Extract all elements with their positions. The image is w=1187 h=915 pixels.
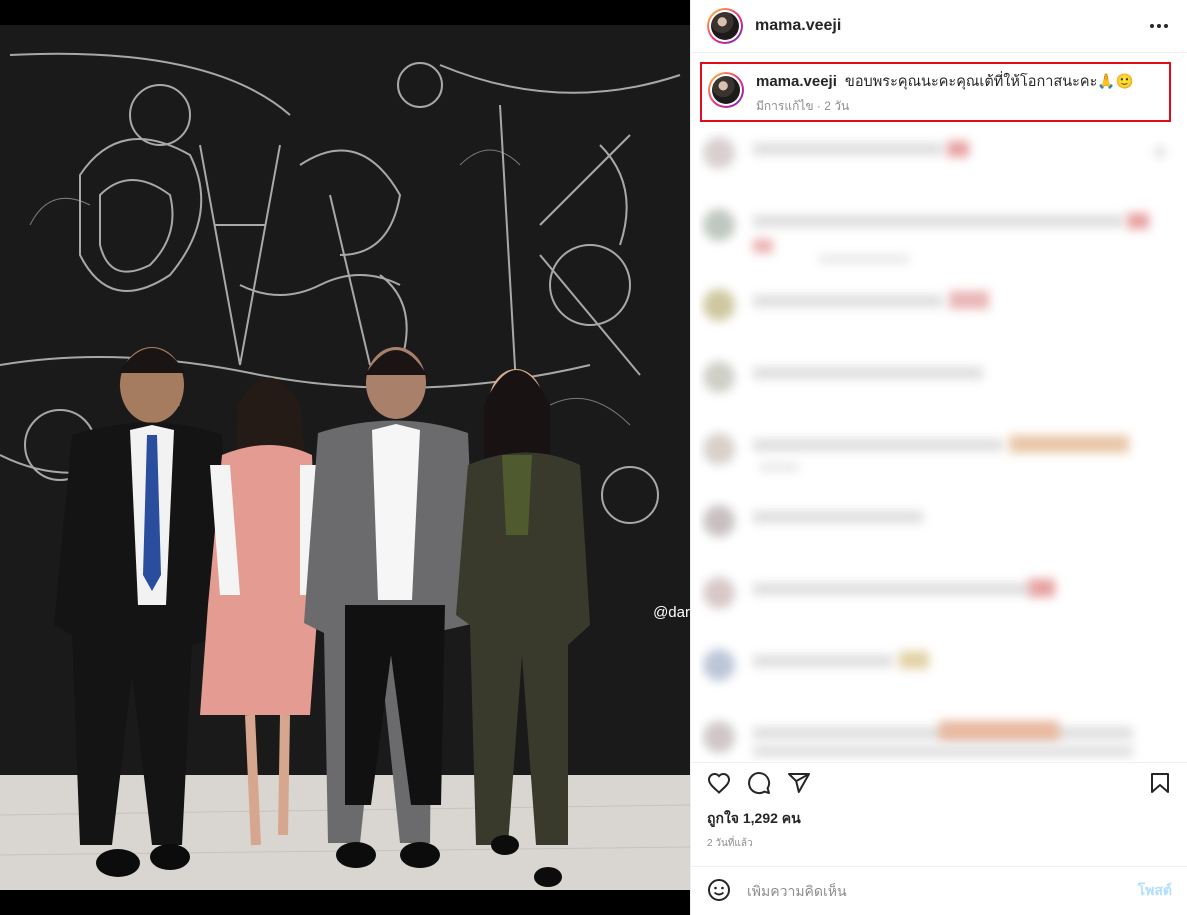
post-comment-button[interactable]: โพสต์	[1138, 880, 1172, 902]
caption-username[interactable]: mama.veeji	[756, 73, 837, 90]
like-count[interactable]: ถูกใจ 1,292 คน	[707, 808, 801, 830]
post-timestamp[interactable]: 2 วันที่แล้ว	[707, 836, 753, 851]
list-item	[699, 419, 1185, 491]
list-item	[699, 707, 1185, 761]
post-photo[interactable]: @dar	[0, 25, 690, 890]
post-caption-highlighted: mama.veeji ขอบพระคุณนะคะคุณเต้ที่ให้โอกา…	[700, 62, 1171, 122]
heart-icon[interactable]	[707, 771, 731, 795]
action-bar	[691, 762, 1187, 802]
caption-body: mama.veeji ขอบพระคุณนะคะคุณเต้ที่ให้โอกา…	[756, 72, 1134, 120]
caption-meta: มีการแก้ไข · 2 วัน	[756, 99, 850, 113]
caption-line: mama.veeji ขอบพระคุณนะคะคุณเต้ที่ให้โอกา…	[756, 72, 1134, 92]
bookmark-icon[interactable]	[1148, 771, 1172, 795]
list-item	[699, 491, 1185, 563]
comment-input[interactable]	[747, 883, 1138, 899]
share-icon[interactable]	[787, 771, 811, 795]
author-avatar[interactable]	[707, 8, 743, 44]
comment-composer: โพสต์	[691, 866, 1187, 915]
author-username[interactable]: mama.veeji	[755, 17, 841, 35]
list-item	[699, 275, 1185, 347]
list-item	[699, 635, 1185, 707]
emoji-icon[interactable]	[707, 878, 733, 904]
group-photo-illustration	[0, 25, 690, 890]
more-options-icon[interactable]	[1147, 14, 1171, 38]
comments-list-blurred	[699, 131, 1185, 761]
list-item	[699, 347, 1185, 419]
instagram-post-view: @dar mama.veeji mama.veeji ขอบพระคุณนะคะ…	[0, 0, 1187, 915]
list-item	[699, 203, 1185, 275]
photo-watermark: @dar	[653, 604, 690, 621]
comment-icon[interactable]	[747, 771, 771, 795]
caption-avatar[interactable]	[708, 72, 744, 108]
post-header: mama.veeji	[691, 0, 1187, 53]
list-item	[699, 131, 1185, 203]
list-item	[699, 563, 1185, 635]
post-side-panel: mama.veeji mama.veeji ขอบพระคุณนะคะคุณเต…	[690, 0, 1187, 915]
caption-text: ขอบพระคุณนะคะคุณเต้ที่ให้โอกาสนะคะ🙏🙂	[844, 74, 1134, 90]
